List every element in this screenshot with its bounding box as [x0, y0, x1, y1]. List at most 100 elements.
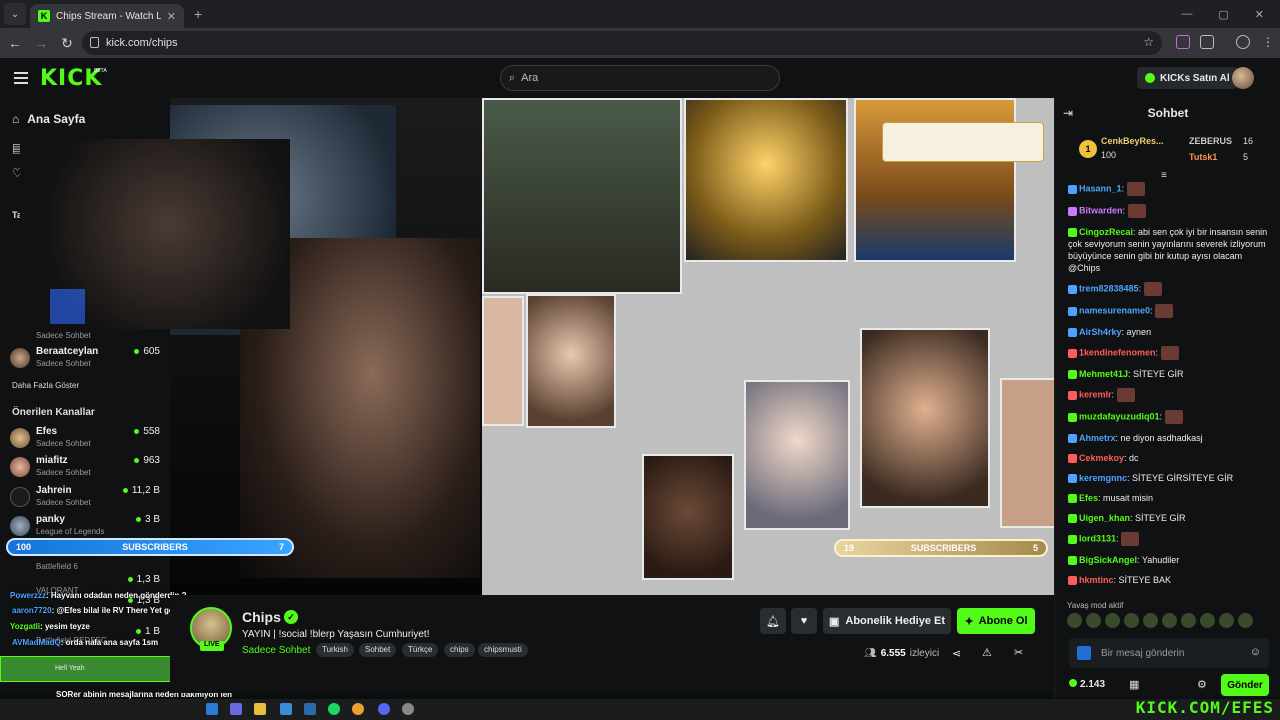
sidebar-item-miafitz[interactable]: miafitz Sadece Sohbet 963 — [10, 455, 160, 481]
clip-icon[interactable]: ✂ — [1014, 646, 1023, 659]
extension-icon[interactable] — [1176, 35, 1190, 49]
stream-category[interactable]: Sadece Sohbet — [242, 645, 310, 656]
verified-icon: ✓ — [284, 610, 298, 624]
tag[interactable]: chipsmusti — [478, 643, 528, 657]
browser-tab[interactable]: K Chips Stream - Watch Live on K ✕ — [30, 4, 184, 28]
sidebar-item-beraatceylan[interactable]: Beraatceylan Sadece Sohbet 605 — [10, 346, 160, 372]
site-info-icon[interactable] — [90, 37, 99, 48]
taskbar-app-icon[interactable] — [230, 703, 242, 715]
chat-username[interactable]: BigSickAngel — [1079, 555, 1137, 565]
sidebar-item-jahrein[interactable]: Jahrein Sadece Sohbet 11,2 B — [10, 485, 160, 511]
streamer-name[interactable]: Chips — [242, 609, 281, 625]
chat-message: BigSickAngel: Yahudiler — [1068, 554, 1273, 566]
notification-bell-button[interactable]: 🔔︎ — [760, 608, 786, 634]
reload-icon[interactable]: ↻ — [54, 35, 80, 52]
slow-mode-notice: Yavaş mod aktif — [1067, 601, 1124, 610]
send-button[interactable]: Gönder — [1221, 674, 1269, 696]
show-more-link[interactable]: Daha Fazla Göster — [12, 381, 79, 390]
chat-username[interactable]: hkmtinc — [1079, 575, 1114, 585]
buy-kicks-button[interactable]: KICKs Satın Al — [1137, 67, 1238, 89]
emote-icon — [1127, 204, 1146, 218]
overlay-text: : Hayvanı odadan neden gönderdin ? — [46, 591, 187, 600]
chat-username[interactable]: keremgnnc — [1079, 473, 1127, 483]
url-field[interactable]: kick.com/chips ☆ — [82, 31, 1162, 55]
emote-icon[interactable] — [1067, 613, 1082, 628]
chat-username[interactable]: AirSh4rky — [1079, 327, 1122, 337]
taskbar-app-icon[interactable] — [206, 703, 218, 715]
sidebar-item-partial[interactable]: Battlefield 6 1,3 B — [10, 562, 160, 588]
chat-username[interactable]: trem82838485 — [1079, 283, 1139, 293]
chat-input[interactable]: Bir mesaj gönderin ☺ — [1069, 638, 1269, 668]
kicks-balance[interactable]: 2.143 — [1069, 679, 1105, 690]
user-badge-icon — [1068, 206, 1077, 216]
taskbar-folder-icon[interactable] — [254, 703, 266, 715]
chat-username[interactable]: CingozRecai — [1079, 227, 1133, 237]
minimize-icon[interactable]: — — [1181, 8, 1192, 20]
profile-icon[interactable] — [1236, 35, 1250, 49]
chat-username[interactable]: 1kendinefenomen — [1079, 347, 1156, 357]
sidebar-item-home[interactable]: ⌂ Ana Sayfa — [12, 112, 85, 126]
chat-username[interactable]: Hasann_1 — [1079, 183, 1122, 193]
taskbar-app-icon[interactable] — [402, 703, 414, 715]
chat-username[interactable]: Efes — [1079, 493, 1098, 503]
emote-icon[interactable] — [1143, 613, 1158, 628]
tab-search-button[interactable]: ⌄ — [4, 3, 26, 25]
taskbar-discord-icon[interactable] — [378, 703, 390, 715]
taskbar-app-icon[interactable] — [280, 703, 292, 715]
sidebar-item-efes[interactable]: Efes Sadece Sohbet 558 — [10, 426, 160, 452]
chat-username[interactable]: Uigen_khan — [1079, 513, 1130, 523]
user-avatar[interactable] — [1232, 67, 1254, 89]
viewer-count: 963 — [134, 455, 160, 466]
bookmark-star-icon[interactable]: ☆ — [1143, 35, 1154, 49]
store-icon[interactable]: ▦ — [1129, 678, 1139, 691]
close-tab-icon[interactable]: ✕ — [167, 10, 176, 23]
emote-icon[interactable] — [1181, 613, 1196, 628]
back-icon[interactable]: ← — [2, 35, 28, 51]
follow-heart-button[interactable]: ♥ — [791, 608, 817, 634]
emote-icon[interactable] — [1219, 613, 1234, 628]
emote-icon[interactable] — [1105, 613, 1120, 628]
emote-icon[interactable] — [1124, 613, 1139, 628]
chat-username[interactable]: muzdafayuzudiq01 — [1079, 411, 1160, 421]
emote-icon[interactable] — [1162, 613, 1177, 628]
maximize-icon[interactable]: ▢ — [1218, 8, 1228, 21]
tag[interactable]: Sohbet — [359, 643, 397, 657]
emoji-icon[interactable]: ☺ — [1250, 646, 1261, 658]
tag[interactable]: Türkçe — [402, 643, 439, 657]
browser-menu-icon[interactable]: ⋮ — [1262, 35, 1274, 49]
channel-name: Beraatceylan — [36, 346, 99, 357]
tag[interactable]: chips — [444, 643, 475, 657]
chat-username[interactable]: Ahmetrx — [1079, 433, 1116, 443]
extensions-puzzle-icon[interactable] — [1200, 35, 1214, 49]
tag[interactable]: Turkish — [316, 643, 354, 657]
gift-sub-button[interactable]: ▣ Abonelik Hediye Et — [823, 608, 951, 634]
video-player[interactable]: 19 SUBSCRIBERS 5 — [170, 98, 1054, 595]
forward-icon[interactable]: → — [28, 35, 54, 51]
close-window-icon[interactable]: ✕ — [1255, 8, 1264, 21]
chat-username[interactable]: Bitwarden — [1079, 205, 1123, 215]
chat-username[interactable]: namesurename0 — [1079, 305, 1150, 315]
taskbar-chrome-icon[interactable] — [352, 703, 364, 715]
sidebar-item-panky[interactable]: panky League of Legends 3 B — [10, 514, 160, 540]
user-badge-icon — [1068, 576, 1077, 586]
expand-pinned-icon[interactable]: ≡ — [1161, 170, 1167, 181]
menu-icon[interactable] — [14, 72, 28, 84]
taskbar-app-icon[interactable] — [304, 703, 316, 715]
report-icon[interactable]: ⚠ — [982, 646, 992, 659]
search-input[interactable]: ⌕ Ara — [500, 65, 780, 91]
settings-gear-icon[interactable]: ⚙ — [1197, 678, 1207, 691]
emote-icon[interactable] — [1200, 613, 1215, 628]
chat-username[interactable]: keremlr — [1079, 389, 1112, 399]
new-tab-button[interactable]: + — [194, 6, 202, 22]
chat-username[interactable]: lord3131 — [1079, 533, 1116, 543]
subscribe-button[interactable]: ✦ Abone Ol — [957, 608, 1035, 634]
emote-icon[interactable] — [1086, 613, 1101, 628]
share-icon[interactable]: ⋖ — [952, 647, 961, 660]
emote-icon — [1143, 282, 1162, 296]
chat-message: 1kendinefenomen: — [1068, 346, 1273, 360]
taskbar-spotify-icon[interactable] — [328, 703, 340, 715]
chat-username[interactable]: Mehmet41J — [1079, 369, 1128, 379]
emote-icon[interactable] — [1238, 613, 1253, 628]
badge-icon[interactable] — [1077, 646, 1091, 660]
chat-username[interactable]: Cekmekoy — [1079, 453, 1124, 463]
